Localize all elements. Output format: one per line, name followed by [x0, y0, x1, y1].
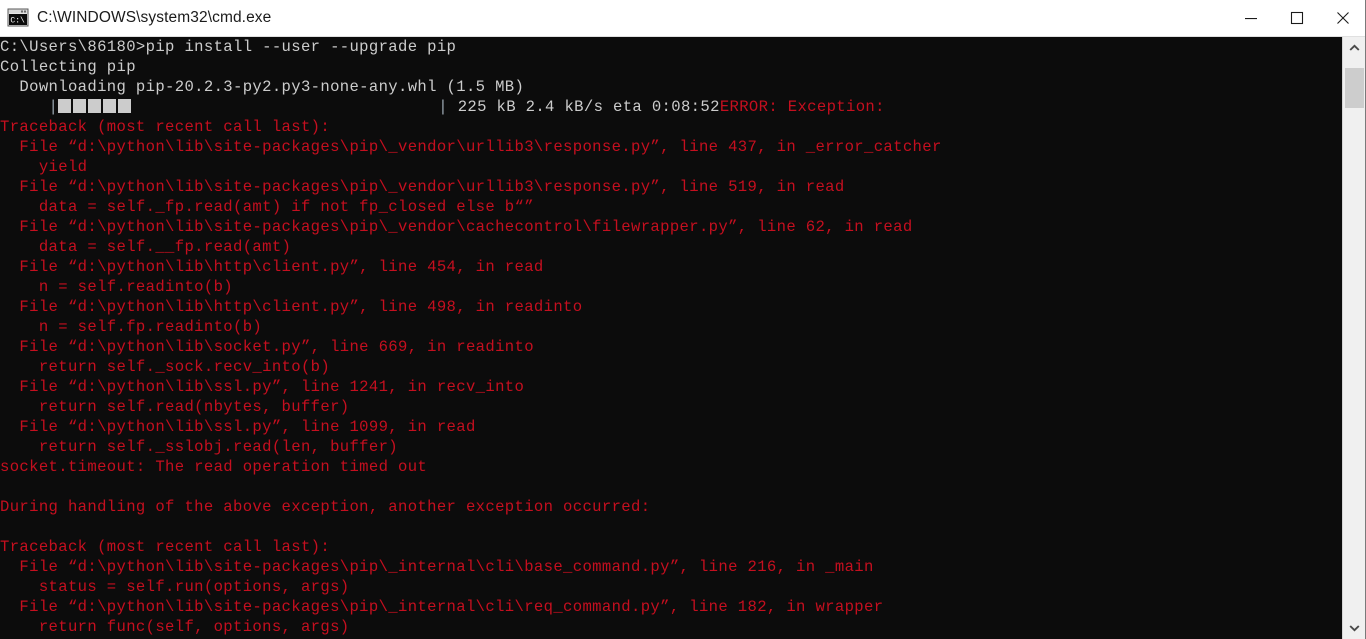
console-line: return self._sslobj.read(len, buffer): [0, 438, 399, 456]
maximize-button[interactable]: [1274, 0, 1320, 36]
progress-bar-left-pipe: |: [48, 98, 59, 116]
console-line: data = self.__fp.read(amt): [0, 238, 292, 256]
console-scrollbar[interactable]: [1342, 37, 1366, 639]
console-line: return self._sock.recv_into(b): [0, 358, 331, 376]
svg-text:C:\: C:\: [10, 16, 25, 25]
maximize-icon: [1290, 11, 1304, 25]
console-line: return func(self, options, args): [0, 618, 350, 636]
console-line: File “d:\python\lib\socket.py”, line 669…: [0, 338, 534, 356]
console-line: File “d:\python\lib\site-packages\pip\_v…: [0, 218, 913, 236]
console-line: File “d:\python\lib\http\client.py”, lin…: [0, 298, 583, 316]
console-line: Traceback (most recent call last):: [0, 118, 331, 136]
console-line: File “d:\python\lib\site-packages\pip\_v…: [0, 138, 942, 156]
console-line: Collecting pip: [0, 58, 136, 76]
minimize-button[interactable]: [1228, 0, 1274, 36]
scrollbar-track[interactable]: [1343, 59, 1366, 617]
scrollbar-thumb[interactable]: [1345, 68, 1364, 108]
console-line: File “d:\python\lib\ssl.py”, line 1099, …: [0, 418, 476, 436]
progress-block: [88, 99, 102, 113]
progress-bar-right-pipe: |: [438, 98, 448, 116]
console-output-area[interactable]: C:\Users\86180>pip install --user --upgr…: [0, 37, 1366, 639]
progress-stats: 225 kB 2.4 kB/s eta 0:08:52: [447, 98, 720, 116]
chevron-down-icon: [1349, 625, 1360, 632]
console-line: File “d:\python\lib\site-packages\pip\_v…: [0, 178, 845, 196]
cmd-console-icon: C:\: [7, 8, 29, 27]
console-line: n = self.fp.readinto(b): [0, 318, 263, 336]
console-line: Downloading pip-20.2.3-py2.py3-none-any.…: [0, 78, 525, 96]
progress-block: [118, 99, 132, 113]
close-icon: [1337, 12, 1349, 24]
error-exception-label: ERROR: Exception:: [719, 98, 885, 116]
console-line: File “d:\python\lib\site-packages\pip\_i…: [0, 558, 874, 576]
close-button[interactable]: [1320, 0, 1366, 36]
scrollbar-down-button[interactable]: [1343, 617, 1366, 639]
progress-bar-fill: [58, 98, 133, 116]
scrollbar-up-button[interactable]: [1343, 37, 1366, 59]
progress-block: [73, 99, 87, 113]
console-line: During handling of the above exception, …: [0, 498, 651, 516]
console-line: yield: [0, 158, 88, 176]
console-text: C:\Users\86180>pip install --user --upgr…: [0, 37, 1342, 637]
cmd-window: C:\ C:\WINDOWS\system32\cmd.exe C:\Users…: [0, 0, 1366, 639]
console-line: C:\Users\86180>pip install --user --upgr…: [0, 38, 457, 56]
progress-block: [58, 99, 72, 113]
chevron-up-icon: [1349, 44, 1360, 51]
console-line: return self.read(nbytes, buffer): [0, 398, 350, 416]
window-title: C:\WINDOWS\system32\cmd.exe: [37, 9, 272, 26]
console-line: socket.timeout: The read operation timed…: [0, 458, 428, 476]
window-titlebar[interactable]: C:\ C:\WINDOWS\system32\cmd.exe: [0, 0, 1366, 37]
console-line: File “d:\python\lib\ssl.py”, line 1241, …: [0, 378, 525, 396]
progress-indent: [0, 98, 49, 116]
console-line: Traceback (most recent call last):: [0, 538, 331, 556]
console-line: File “d:\python\lib\site-packages\pip\_i…: [0, 598, 884, 616]
console-line: data = self._fp.read(amt) if not fp_clos…: [0, 198, 534, 216]
console-line: n = self.readinto(b): [0, 278, 233, 296]
progress-block: [103, 99, 117, 113]
console-line: status = self.run(options, args): [0, 578, 350, 596]
console-line: File “d:\python\lib\http\client.py”, lin…: [0, 258, 544, 276]
minimize-icon: [1245, 18, 1257, 20]
console-progress-line: | | 225 kB 2.4 kB/s eta 0:08:52ERROR: Exc…: [0, 97, 1342, 117]
